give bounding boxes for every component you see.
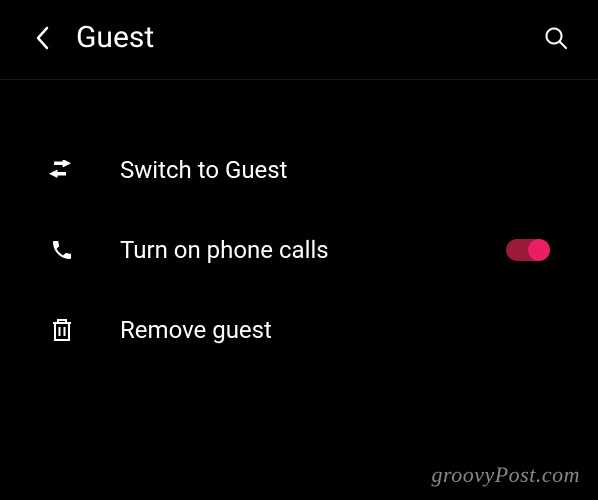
search-icon[interactable] [542, 24, 570, 52]
remove-guest-item[interactable]: Remove guest [0, 290, 598, 370]
phone-icon [48, 236, 76, 264]
phone-label: Turn on phone calls [120, 236, 506, 264]
trash-icon [48, 316, 76, 344]
phone-calls-toggle[interactable] [506, 239, 550, 261]
switch-label: Switch to Guest [120, 156, 550, 184]
page-title: Guest [76, 20, 542, 55]
toggle-thumb [528, 239, 550, 261]
remove-label: Remove guest [120, 316, 550, 344]
turn-on-phone-calls-item[interactable]: Turn on phone calls [0, 210, 598, 290]
watermark: groovyPost.com [431, 462, 580, 488]
back-icon[interactable] [28, 24, 56, 52]
settings-list: Switch to Guest Turn on phone calls Remo… [0, 80, 598, 370]
header: Guest [0, 0, 598, 80]
switch-to-guest-item[interactable]: Switch to Guest [0, 130, 598, 210]
switch-icon [48, 156, 76, 184]
